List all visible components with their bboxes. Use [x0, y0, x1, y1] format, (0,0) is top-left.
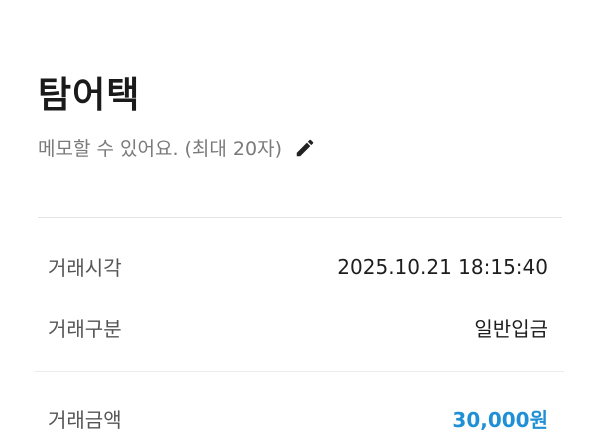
- memo-placeholder[interactable]: 메모할 수 있어요. (최대 20자): [38, 134, 282, 161]
- transaction-time-value: 2025.10.21 18:15:40: [337, 254, 548, 279]
- amount-divider: [34, 371, 564, 372]
- section-divider: [38, 217, 562, 218]
- page-title: 탐어택: [38, 75, 141, 116]
- transaction-amount-value: 30,000원: [452, 408, 548, 432]
- transaction-amount-row: 거래금액 30,000원: [48, 404, 548, 433]
- transaction-time-label: 거래시각: [48, 256, 122, 280]
- transaction-amount-label: 거래금액: [48, 408, 122, 432]
- transaction-type-value: 일반입금: [474, 317, 548, 341]
- transaction-type-row: 거래구분 일반입금: [48, 313, 548, 342]
- transaction-time-row: 거래시각 2025.10.21 18:15:40: [48, 252, 548, 281]
- transaction-detail-screen: 탐어택 메모할 수 있어요. (최대 20자) 거래시각 2025.10.21 …: [0, 0, 600, 434]
- pencil-icon[interactable]: [294, 137, 316, 159]
- transaction-type-label: 거래구분: [48, 317, 122, 341]
- memo-row[interactable]: 메모할 수 있어요. (최대 20자): [38, 134, 316, 161]
